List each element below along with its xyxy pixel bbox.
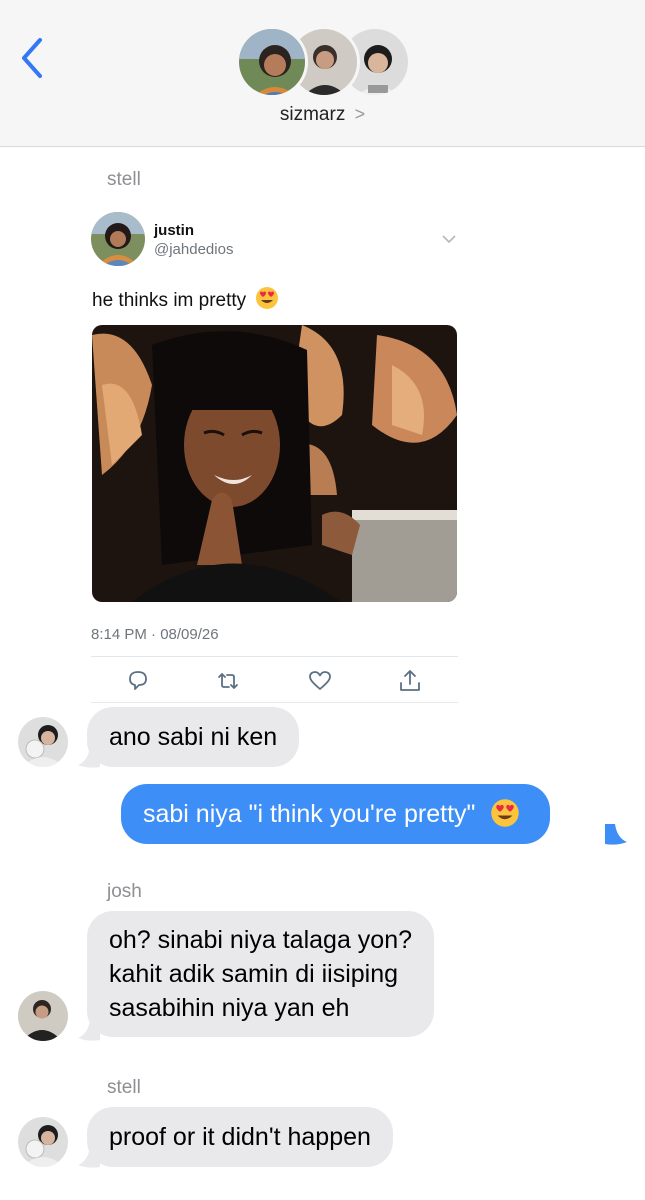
avatar[interactable]	[18, 717, 68, 767]
avatar	[91, 212, 145, 266]
message-text: ano sabi ni ken	[109, 723, 278, 751]
tweet-photo[interactable]	[92, 325, 457, 602]
message-text-line: kahit adik samin di iisiping	[109, 960, 399, 988]
tweet-author-name: justin	[154, 222, 194, 239]
avatar[interactable]	[18, 991, 68, 1041]
message-text-line: oh? sinabi niya talaga yon?	[109, 926, 413, 954]
tweet-text: he thinks im pretty	[92, 286, 279, 312]
divider	[91, 702, 458, 703]
chevron-down-icon[interactable]	[441, 232, 457, 244]
sender-label: josh	[107, 881, 142, 902]
like-heart-icon[interactable]	[307, 668, 333, 694]
bubble-tail	[605, 824, 627, 846]
chevron-right-icon: >	[354, 104, 366, 124]
share-icon[interactable]	[397, 668, 423, 694]
divider	[91, 656, 458, 657]
chevron-left-icon	[22, 38, 42, 78]
message-text-line: sasabihin niya yan eh	[109, 994, 350, 1022]
avatar	[236, 26, 308, 98]
heart-eyes-emoji-icon	[255, 286, 279, 310]
avatar[interactable]	[18, 1117, 68, 1167]
sender-label: stell	[107, 1077, 141, 1098]
tweet-actions	[91, 666, 458, 696]
message-text: proof or it didn't happen	[109, 1123, 371, 1151]
message-bubble-incoming[interactable]: oh? sinabi niya talaga yon? kahit adik s…	[87, 911, 435, 1037]
group-name-button[interactable]: sizmarz >	[0, 104, 645, 126]
group-avatars[interactable]	[236, 26, 411, 98]
message-text: sabi niya "i think you're pretty"	[143, 800, 476, 828]
message-bubble-incoming[interactable]: ano sabi ni ken	[87, 707, 300, 767]
retweet-icon[interactable]	[215, 668, 241, 694]
tweet-text-content: he thinks im pretty	[92, 290, 247, 311]
tweet-timestamp: 8:14 PM · 08/09/26	[91, 626, 219, 643]
sender-label: stell	[107, 169, 141, 190]
message-bubble-incoming[interactable]: proof or it didn't happen	[87, 1107, 393, 1167]
conversation-header: sizmarz >	[0, 0, 645, 147]
group-name-label: sizmarz	[279, 104, 346, 125]
back-button[interactable]	[18, 36, 48, 80]
message-bubble-outgoing[interactable]: sabi niya "i think you're pretty"	[121, 784, 551, 844]
tweet-author-handle: @jahdedios	[154, 241, 234, 258]
reply-icon[interactable]	[125, 668, 151, 694]
heart-eyes-emoji-icon	[490, 798, 520, 828]
